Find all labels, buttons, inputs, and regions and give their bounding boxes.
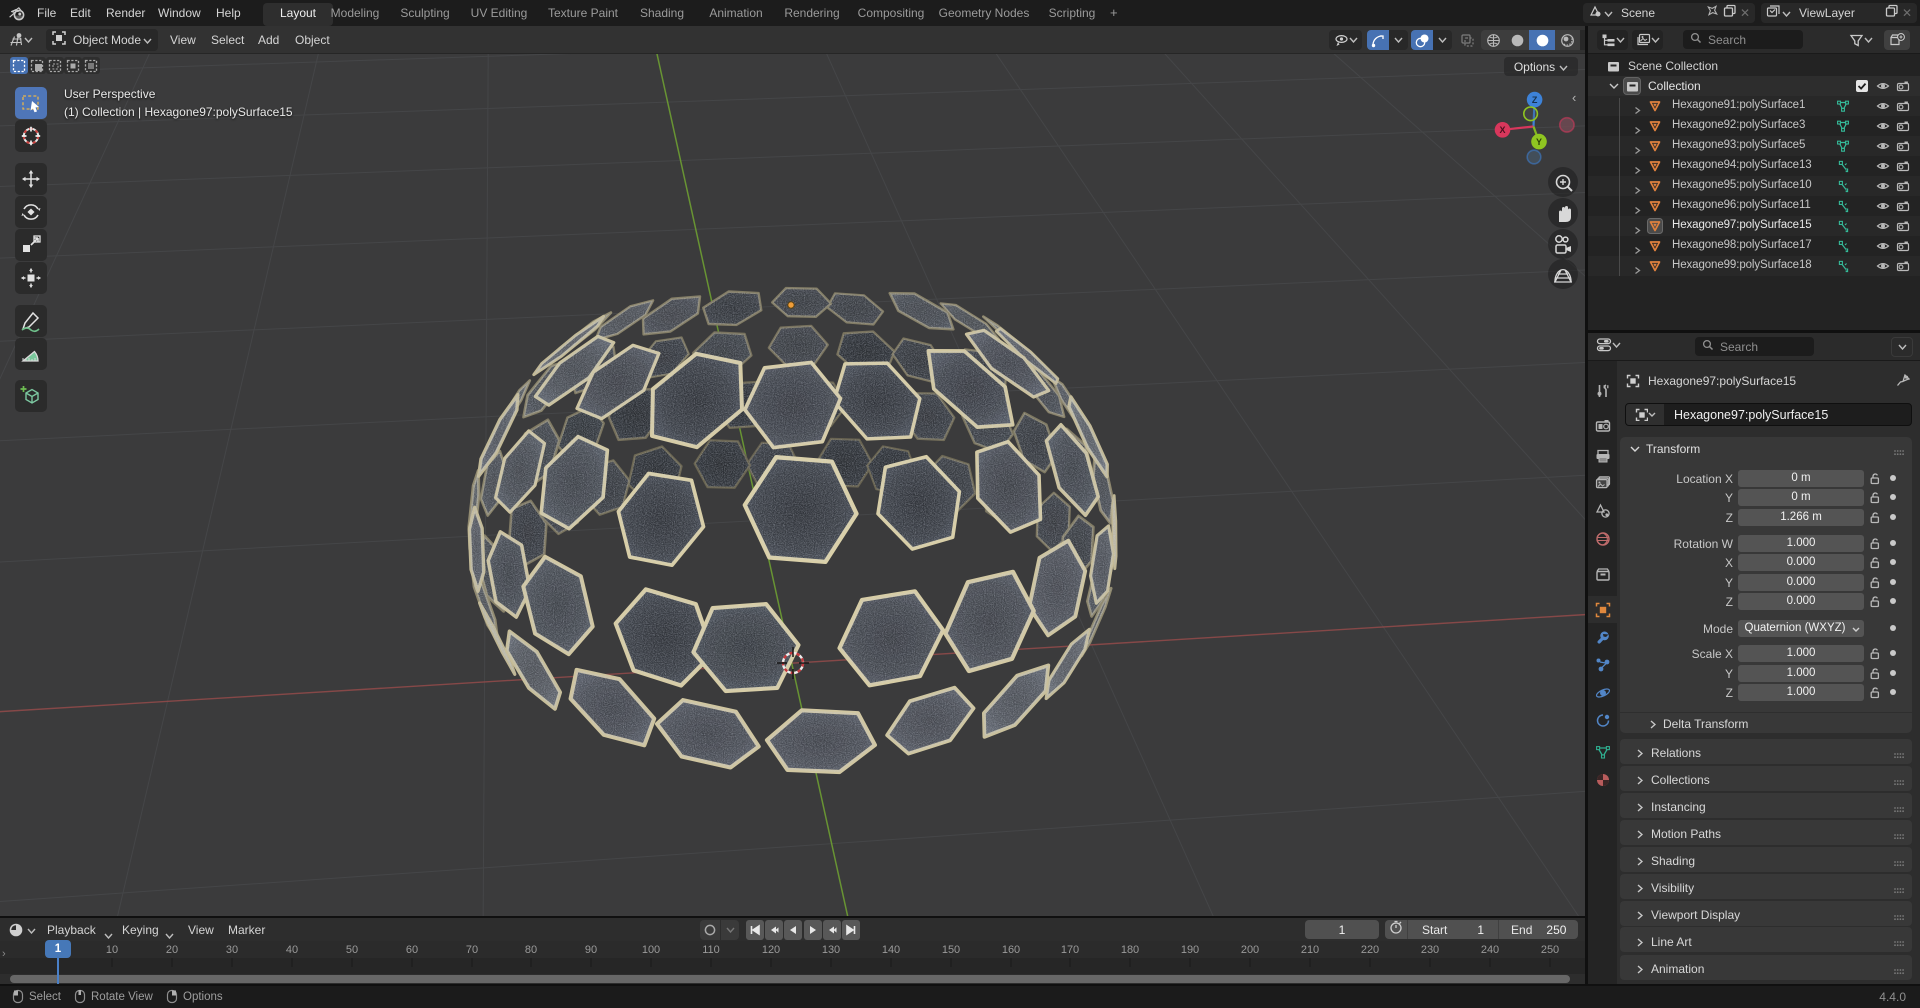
svg-text:Y: Y bbox=[1536, 137, 1542, 147]
svg-text:Z: Z bbox=[1532, 95, 1538, 105]
svg-text:X: X bbox=[1499, 125, 1505, 135]
